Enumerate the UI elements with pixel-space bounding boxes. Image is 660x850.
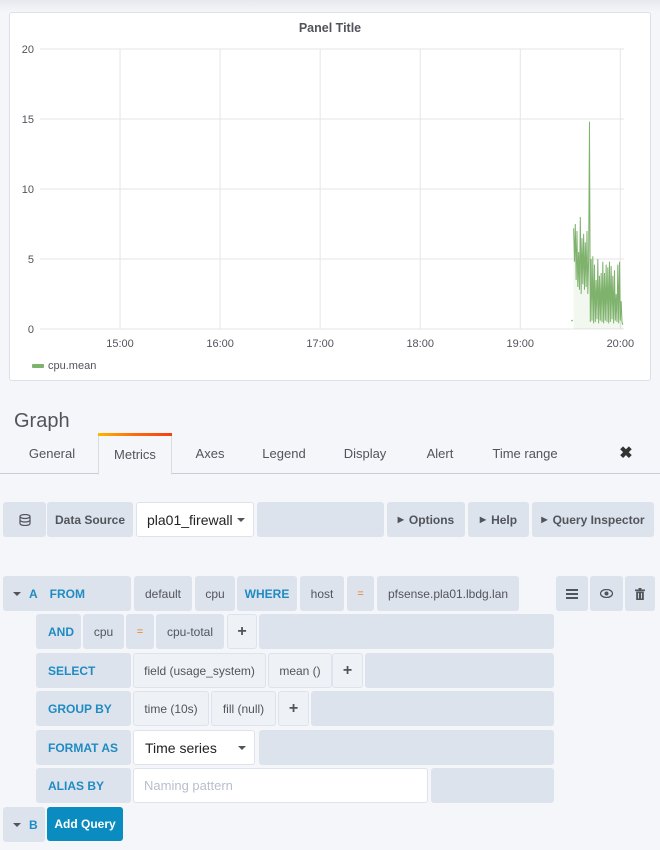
data-point	[571, 319, 573, 322]
menu-icon[interactable]	[556, 576, 588, 611]
x-tick-label: 19:00	[507, 338, 535, 350]
and-keyword: AND	[36, 614, 81, 649]
datasource-select[interactable]: pla01_firewall	[136, 502, 254, 537]
from-keyword: FROM	[49, 586, 85, 601]
help-button[interactable]: ▶ Help	[468, 502, 529, 537]
graph-chart: 0 5 10 15 20 15:00 16:00 17:00 18:00 19:00 20:00	[22, 44, 635, 350]
options-button[interactable]: ▶ Options	[387, 502, 465, 537]
add-query-button[interactable]: Add Query	[47, 807, 123, 841]
tab-axes[interactable]: Axes	[180, 433, 240, 474]
caret-right-icon: ▶	[541, 515, 548, 524]
y-tick-label: 10	[22, 184, 34, 196]
tag-value-host[interactable]: pfsense.pla01.lbdg.lan	[377, 576, 519, 611]
format-keyword: FORMAT AS	[36, 730, 131, 765]
tag-value-cpu[interactable]: cpu-total	[156, 614, 224, 649]
caret-right-icon: ▶	[397, 515, 404, 524]
alias-keyword-label: ALIAS BY	[48, 778, 105, 793]
tag-key-host[interactable]: host	[300, 576, 344, 611]
groupby-keyword: GROUP BY	[36, 691, 131, 726]
and-keyword-label: AND	[48, 624, 74, 639]
query-ref-a: A	[29, 586, 38, 601]
collapse-caret-icon	[13, 822, 21, 827]
where-filler	[259, 614, 554, 649]
tab-alert[interactable]: Alert	[414, 433, 466, 474]
select-field[interactable]: field (usage_system)	[133, 653, 266, 688]
alias-filler	[431, 768, 554, 803]
select-keyword: SELECT	[36, 653, 131, 688]
y-tick-label: 5	[28, 254, 34, 266]
top-strip	[0, 0, 660, 12]
add-select-button[interactable]: +	[332, 653, 363, 688]
panel-title[interactable]: Panel Title	[10, 21, 650, 35]
tab-metrics[interactable]: Metrics	[98, 433, 172, 475]
tag-operator-equals-2[interactable]: =	[126, 614, 154, 649]
select-keyword-label: SELECT	[48, 663, 96, 678]
tag-operator-equals[interactable]: =	[347, 576, 374, 611]
editor-title: Graph	[14, 410, 70, 432]
alias-placeholder: Naming pattern	[144, 778, 233, 793]
retention-policy[interactable]: default	[134, 576, 192, 611]
datasource-label: Data Source	[47, 502, 133, 537]
query-inspector-label: Query Inspector	[552, 512, 645, 527]
tab-general[interactable]: General	[15, 433, 89, 474]
database-icon	[3, 502, 46, 537]
tab-display[interactable]: Display	[333, 433, 397, 474]
close-icon[interactable]: ✖	[617, 443, 635, 463]
editor-tabs: General Metrics Axes Legend Display Aler…	[0, 433, 660, 475]
x-tick-label: 17:00	[306, 338, 334, 350]
group-time[interactable]: time (10s)	[133, 691, 209, 726]
options-label: Options	[408, 512, 455, 527]
alias-keyword: ALIAS BY	[36, 768, 131, 803]
trash-icon[interactable]	[625, 576, 655, 611]
select-function[interactable]: mean ()	[268, 653, 332, 688]
query-a-header[interactable]: A FROM	[3, 576, 131, 611]
tab-legend[interactable]: Legend	[252, 433, 316, 474]
help-label: Help	[491, 512, 518, 527]
y-tick-label: 15	[22, 114, 34, 126]
groupby-filler	[311, 691, 554, 726]
graph-panel: 0 5 10 15 20 15:00 16:00 17:00 18:00 19:00 20:00 P…	[9, 12, 651, 381]
chevron-down-icon	[237, 517, 245, 522]
chevron-down-icon	[238, 745, 246, 750]
format-keyword-label: FORMAT AS	[48, 740, 118, 755]
query-ref-b: B	[29, 817, 38, 832]
add-groupby-button[interactable]: +	[278, 691, 309, 726]
add-tag-button[interactable]: +	[227, 614, 257, 649]
x-tick-label: 18:00	[406, 338, 434, 350]
legend-swatch	[32, 364, 44, 368]
format-select[interactable]: Time series	[133, 730, 255, 765]
datasource-filler	[257, 502, 384, 537]
format-value: Time series	[145, 739, 217, 756]
x-tick-label: 15:00	[106, 338, 134, 350]
collapse-caret-icon	[13, 591, 21, 596]
eye-icon[interactable]	[590, 576, 623, 611]
format-filler	[259, 730, 554, 765]
group-fill[interactable]: fill (null)	[211, 691, 276, 726]
measurement[interactable]: cpu	[195, 576, 235, 611]
tag-key-cpu[interactable]: cpu	[83, 614, 124, 649]
legend-label: cpu.mean	[48, 360, 97, 372]
datasource-value: pla01_firewall	[147, 511, 233, 528]
x-tick-label: 20:00	[607, 338, 635, 350]
query-b-header[interactable]: B	[3, 807, 45, 842]
groupby-keyword-label: GROUP BY	[48, 701, 112, 716]
x-tick-label: 16:00	[206, 338, 234, 350]
where-keyword: WHERE	[237, 576, 297, 611]
tab-time-range[interactable]: Time range	[483, 433, 567, 474]
query-inspector-button[interactable]: ▶ Query Inspector	[532, 502, 654, 537]
y-tick-label: 0	[28, 324, 34, 336]
y-tick-label: 20	[22, 44, 34, 56]
alias-input[interactable]: Naming pattern	[133, 768, 428, 803]
caret-right-icon: ▶	[479, 515, 487, 524]
select-filler	[365, 653, 554, 688]
legend-item-cpu-mean[interactable]: cpu.mean	[32, 360, 96, 372]
